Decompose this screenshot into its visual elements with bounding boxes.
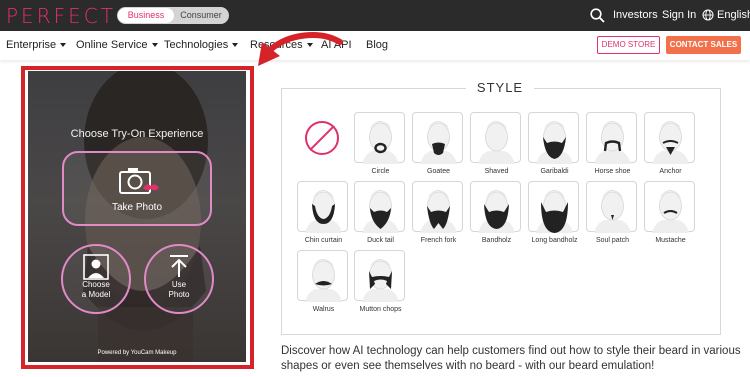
anchor-beard-icon [652, 121, 689, 164]
style-label: Mutton chops [359, 306, 402, 313]
globe-icon[interactable] [702, 9, 714, 21]
chevron-down-icon [151, 43, 158, 48]
mustache-beard-icon [652, 190, 689, 233]
take-photo-label: Take Photo [111, 202, 163, 213]
no-beard-icon[interactable] [305, 121, 339, 155]
style-option-circle[interactable]: Circle [354, 112, 405, 175]
shaved-beard-icon [478, 121, 515, 164]
segment-business[interactable]: Business [118, 8, 174, 23]
style-option-horse-shoe[interactable]: Horse shoe [586, 112, 637, 175]
chevron-down-icon [60, 43, 67, 48]
horse-shoe-beard-icon [594, 121, 631, 164]
style-heading: STYLE [466, 80, 534, 95]
try-on-panel: Choose Try-On Experience Take Photo Choo… [28, 71, 246, 362]
goatee-beard-icon [420, 121, 457, 164]
walrus-beard-icon [305, 259, 342, 302]
logo[interactable]: PERFECT [6, 4, 116, 28]
use-photo-button[interactable]: Use Photo [144, 244, 214, 314]
nav-online-service[interactable]: Online Service [76, 39, 158, 51]
french-fork-beard-icon [420, 190, 457, 233]
annotation-arrow [258, 32, 343, 66]
style-option-soul-patch[interactable]: Soul patch [586, 181, 637, 244]
circle-beard-icon [362, 121, 399, 164]
style-option-mutton-chops[interactable]: Mutton chops [354, 250, 405, 313]
chevron-down-icon [232, 43, 239, 48]
style-option-goatee[interactable]: Goatee [412, 112, 463, 175]
style-option-shaved[interactable]: Shaved [470, 112, 521, 175]
bandholz-beard-icon [478, 190, 515, 233]
search-icon[interactable] [590, 8, 605, 23]
contact-sales-button[interactable]: CONTACT SALES [666, 36, 741, 54]
style-option-garibaldi[interactable]: Garibaldi [528, 112, 579, 175]
powered-by-text: Powered by YouCam Makeup [97, 350, 177, 356]
try-on-title: Choose Try-On Experience [70, 128, 204, 140]
style-option-french-fork[interactable]: French fork [412, 181, 463, 244]
style-option-duck-tail[interactable]: Duck tail [354, 181, 405, 244]
soul-patch-beard-icon [594, 190, 631, 233]
style-label: Mustache [655, 237, 686, 244]
style-option-chin-curtain[interactable]: Chin curtain [297, 181, 348, 244]
demo-store-button[interactable]: DEMO STORE [597, 36, 660, 54]
style-label: Anchor [659, 168, 682, 175]
description-text: Discover how AI technology can help cust… [281, 345, 741, 372]
style-option-anchor[interactable]: Anchor [644, 112, 695, 175]
audience-toggle[interactable]: Business Consumer [117, 7, 229, 24]
mutton-chops-beard-icon [362, 259, 399, 302]
upload-icon [170, 255, 188, 277]
choose-model-label: Choose a Model [81, 280, 111, 299]
style-option-bandholz[interactable]: Bandholz [470, 181, 521, 244]
nav-enterprise[interactable]: Enterprise [6, 39, 67, 51]
use-photo-label: Use Photo [168, 280, 190, 299]
top-bar: PERFECT Business Consumer Investors Sign… [0, 0, 750, 31]
camera-icon [119, 168, 159, 194]
nav-blog[interactable]: Blog [366, 39, 388, 51]
investors-link[interactable]: Investors [613, 9, 658, 21]
take-photo-button[interactable]: Take Photo [62, 151, 212, 226]
style-option-mustache[interactable]: Mustache [644, 181, 695, 244]
sign-in-link[interactable]: Sign In [662, 9, 696, 21]
language-selector[interactable]: English [717, 9, 750, 21]
choose-model-button[interactable]: Choose a Model [61, 244, 131, 314]
duck-tail-beard-icon [362, 190, 399, 233]
style-option-walrus[interactable]: Walrus [297, 250, 348, 313]
style-option-long-bandholz[interactable]: Long bandholz [528, 181, 579, 244]
segment-consumer[interactable]: Consumer [175, 8, 227, 23]
long-bandholz-beard-icon [536, 190, 573, 233]
garibaldi-beard-icon [536, 121, 573, 164]
chin-curtain-beard-icon [305, 190, 342, 233]
model-portrait-icon [83, 254, 109, 280]
nav-technologies[interactable]: Technologies [164, 39, 239, 51]
